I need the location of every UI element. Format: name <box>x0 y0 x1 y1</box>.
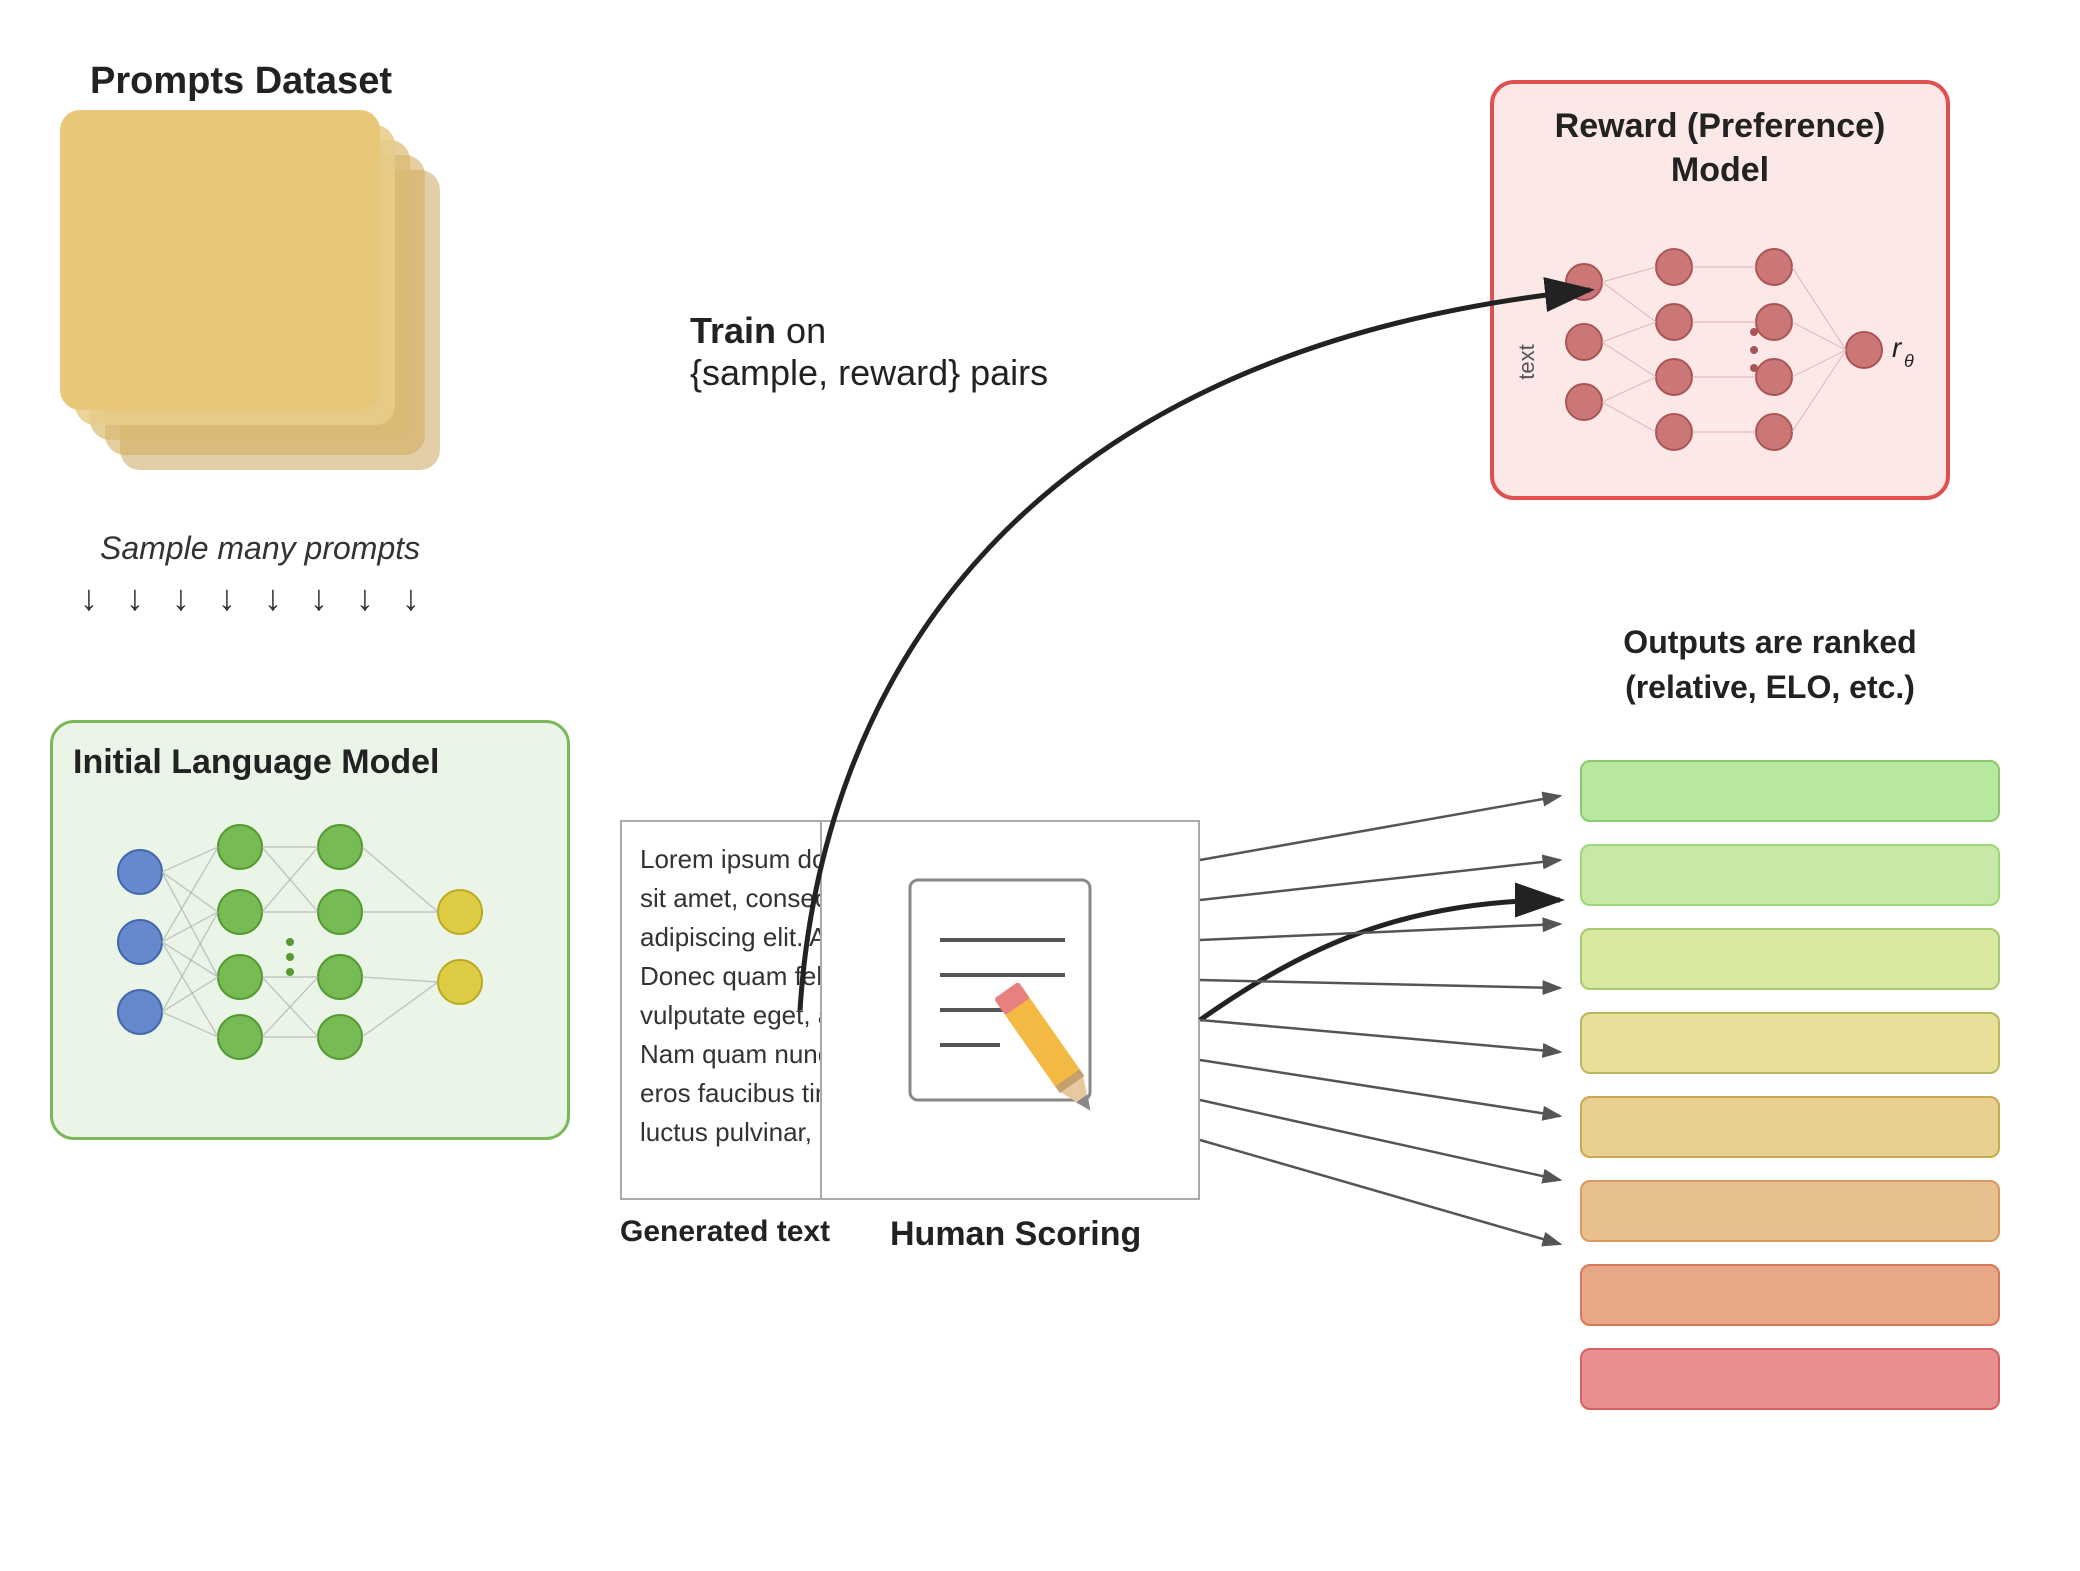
ilm-label: Initial Language Model <box>73 743 547 782</box>
prompts-dataset-label: Prompts Dataset <box>90 60 392 103</box>
generated-text-label: Generated text <box>620 1215 830 1249</box>
down-arrow-1: ↓ <box>80 580 98 616</box>
reward-neural-net: text r θ <box>1514 202 1914 502</box>
ranked-bar-1 <box>1580 760 2000 822</box>
down-arrow-4: ↓ <box>218 580 236 616</box>
down-arrow-5: ↓ <box>264 580 282 616</box>
ranked-bar-7 <box>1580 1264 2000 1326</box>
reward-model-box: Reward (Preference) Model text <box>1490 80 1950 500</box>
svg-text:text: text <box>1514 345 1539 380</box>
down-arrow-8: ↓ <box>402 580 420 616</box>
outputs-ranked-label: Outputs are ranked (relative, ELO, etc.) <box>1560 620 1980 710</box>
diagram-container: Prompts Dataset Sample many prompts ↓ ↓ … <box>0 0 2080 1571</box>
ranked-bar-2 <box>1580 844 2000 906</box>
stacked-papers <box>60 110 480 515</box>
ilm-box: Initial Language Model <box>50 720 570 1140</box>
svg-text:θ: θ <box>1904 351 1914 371</box>
train-label: Train on{sample, reward} pairs <box>690 310 1048 394</box>
ranked-bar-6 <box>1580 1180 2000 1242</box>
ranked-bar-8 <box>1580 1348 2000 1410</box>
down-arrows: ↓ ↓ ↓ ↓ ↓ ↓ ↓ ↓ <box>80 580 420 616</box>
down-arrow-3: ↓ <box>172 580 190 616</box>
svg-text:r: r <box>1892 332 1903 363</box>
ranked-bars <box>1580 760 2000 1410</box>
down-arrow-7: ↓ <box>356 580 374 616</box>
human-scoring-icon <box>880 870 1140 1150</box>
down-arrow-6: ↓ <box>310 580 328 616</box>
human-scoring-label: Human Scoring <box>890 1215 1141 1254</box>
reward-model-label: Reward (Preference) Model <box>1514 104 1926 192</box>
down-arrow-2: ↓ <box>126 580 144 616</box>
ilm-neural-net <box>80 792 540 1102</box>
sample-prompts-label: Sample many prompts <box>100 530 420 567</box>
human-scoring-box <box>820 820 1200 1200</box>
train-bold: Train <box>690 310 776 351</box>
ranked-bar-5 <box>1580 1096 2000 1158</box>
ranked-bar-3 <box>1580 928 2000 990</box>
ranked-bar-4 <box>1580 1012 2000 1074</box>
